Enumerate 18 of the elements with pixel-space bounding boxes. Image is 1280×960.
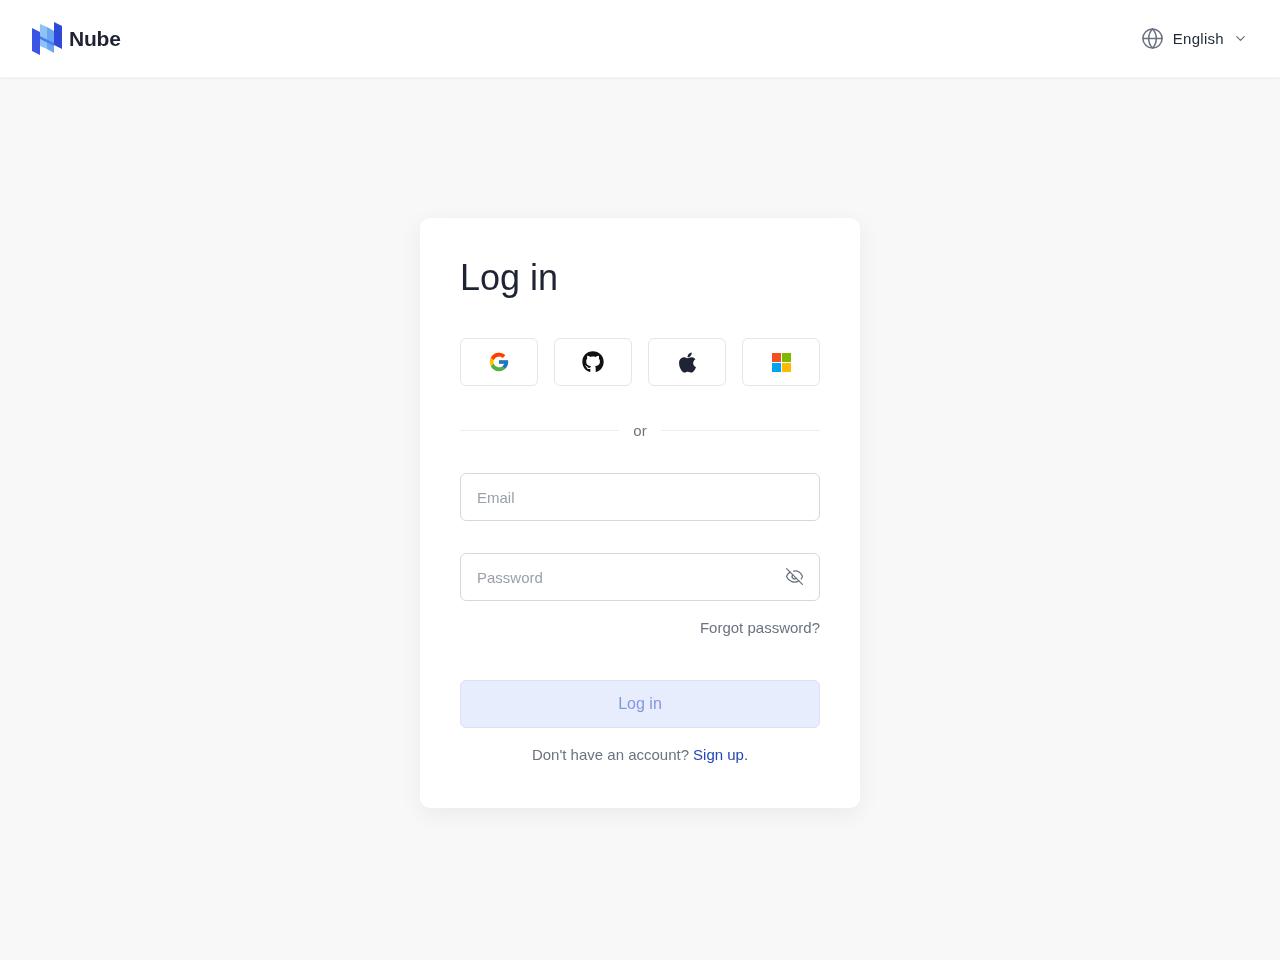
google-icon — [488, 351, 510, 373]
brand-name: Nube — [69, 26, 121, 51]
github-icon — [582, 351, 604, 373]
visibility-toggle[interactable] — [785, 567, 804, 586]
divider-text: or — [633, 421, 647, 439]
logo-icon — [32, 22, 62, 55]
language-selector[interactable]: English — [1140, 23, 1248, 54]
password-field[interactable]: Password — [460, 553, 820, 601]
social-login-button[interactable] — [554, 338, 632, 386]
email-field[interactable]: Email — [460, 473, 820, 521]
eye-off-icon — [785, 567, 804, 586]
social-login-button[interactable] — [648, 338, 726, 386]
signup-link[interactable]: Sign up. — [693, 745, 749, 765]
forgot-password-link[interactable]: Forgot password? — [699, 618, 820, 638]
signup-prompt: Don't have an account? — [531, 745, 690, 765]
globe-icon — [1140, 27, 1164, 50]
microsoft-icon — [771, 352, 791, 372]
login-title: Log in — [460, 258, 560, 298]
